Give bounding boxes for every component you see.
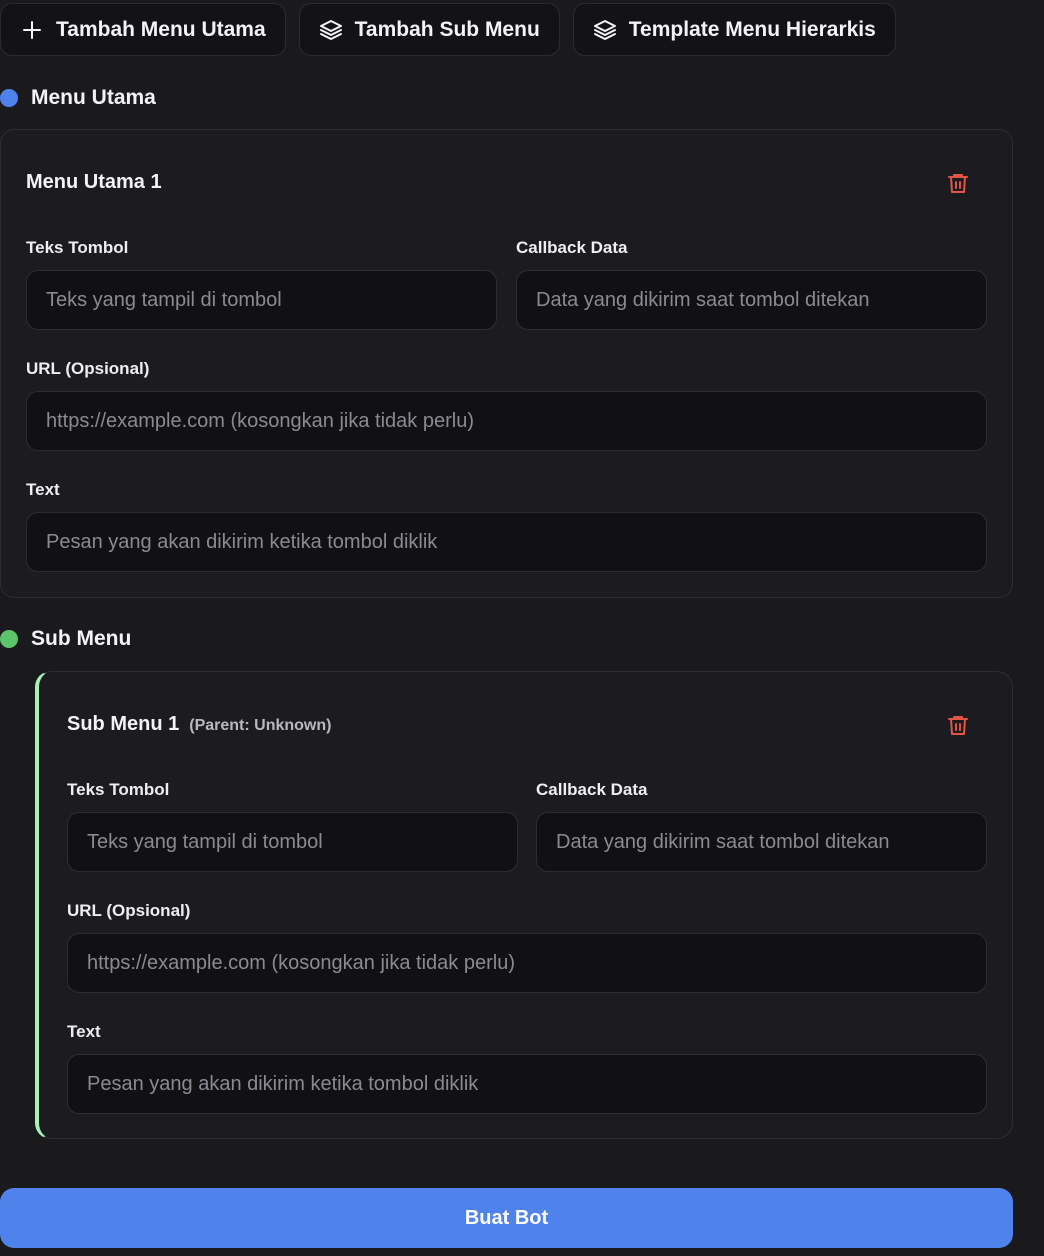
menu-toolbar: Tambah Menu Utama Tambah Sub Menu Templa… (0, 3, 896, 56)
text-input[interactable] (26, 512, 987, 572)
callback-data-input[interactable] (516, 270, 987, 330)
button-text-input[interactable] (26, 270, 497, 330)
main-menu-dot (0, 89, 18, 107)
callback-data-label: Callback Data (516, 238, 628, 257)
callback-data-label: Callback Data (536, 780, 648, 799)
button-text-label: Teks Tombol (67, 780, 170, 799)
button-text-input[interactable] (67, 812, 518, 872)
text-input[interactable] (67, 1054, 987, 1114)
layers-icon (593, 18, 617, 42)
text-label: Text (67, 1022, 101, 1041)
url-label: URL (Opsional) (26, 359, 150, 378)
text-label: Text (26, 480, 60, 499)
sub-menu-section-header: Sub Menu (0, 627, 131, 651)
trash-icon[interactable] (946, 171, 970, 195)
callback-data-input[interactable] (536, 812, 987, 872)
hierarchical-template-label: Template Menu Hierarkis (628, 17, 876, 41)
sub-menu-section-title: Sub Menu (31, 627, 132, 650)
sub-menu-card-name: Sub Menu 1 (67, 713, 180, 735)
add-main-menu-label: Tambah Menu Utama (56, 17, 266, 41)
url-input[interactable] (67, 933, 987, 993)
url-input[interactable] (26, 391, 987, 451)
main-menu-section-header: Menu Utama (0, 86, 156, 110)
sub-menu-dot (0, 630, 18, 648)
main-menu-section-title: Menu Utama (31, 86, 156, 109)
hierarchical-template-button[interactable]: Template Menu Hierarkis (572, 3, 896, 56)
sub-menu-card-title: Sub Menu 1 (Parent: Unknown) (67, 713, 331, 736)
bot-menu-builder: Tambah Menu Utama Tambah Sub Menu Templa… (0, 0, 1044, 1256)
url-label: URL (Opsional) (67, 901, 191, 920)
main-menu-card: Menu Utama 1 Teks Tombol Callback Data U… (0, 129, 1013, 598)
button-text-label: Teks Tombol (26, 238, 129, 257)
create-bot-button[interactable]: Buat Bot (0, 1188, 1013, 1248)
layers-icon (319, 18, 343, 42)
parent-note: (Parent: Unknown) (189, 717, 332, 734)
trash-icon[interactable] (946, 713, 970, 737)
main-menu-card-title: Menu Utama 1 (26, 171, 162, 193)
plus-icon (20, 18, 44, 42)
add-sub-menu-label: Tambah Sub Menu (354, 17, 540, 41)
sub-menu-card: Sub Menu 1 (Parent: Unknown) Teks Tombol … (35, 671, 1013, 1139)
add-sub-menu-button[interactable]: Tambah Sub Menu (298, 3, 560, 56)
add-main-menu-button[interactable]: Tambah Menu Utama (0, 3, 286, 56)
